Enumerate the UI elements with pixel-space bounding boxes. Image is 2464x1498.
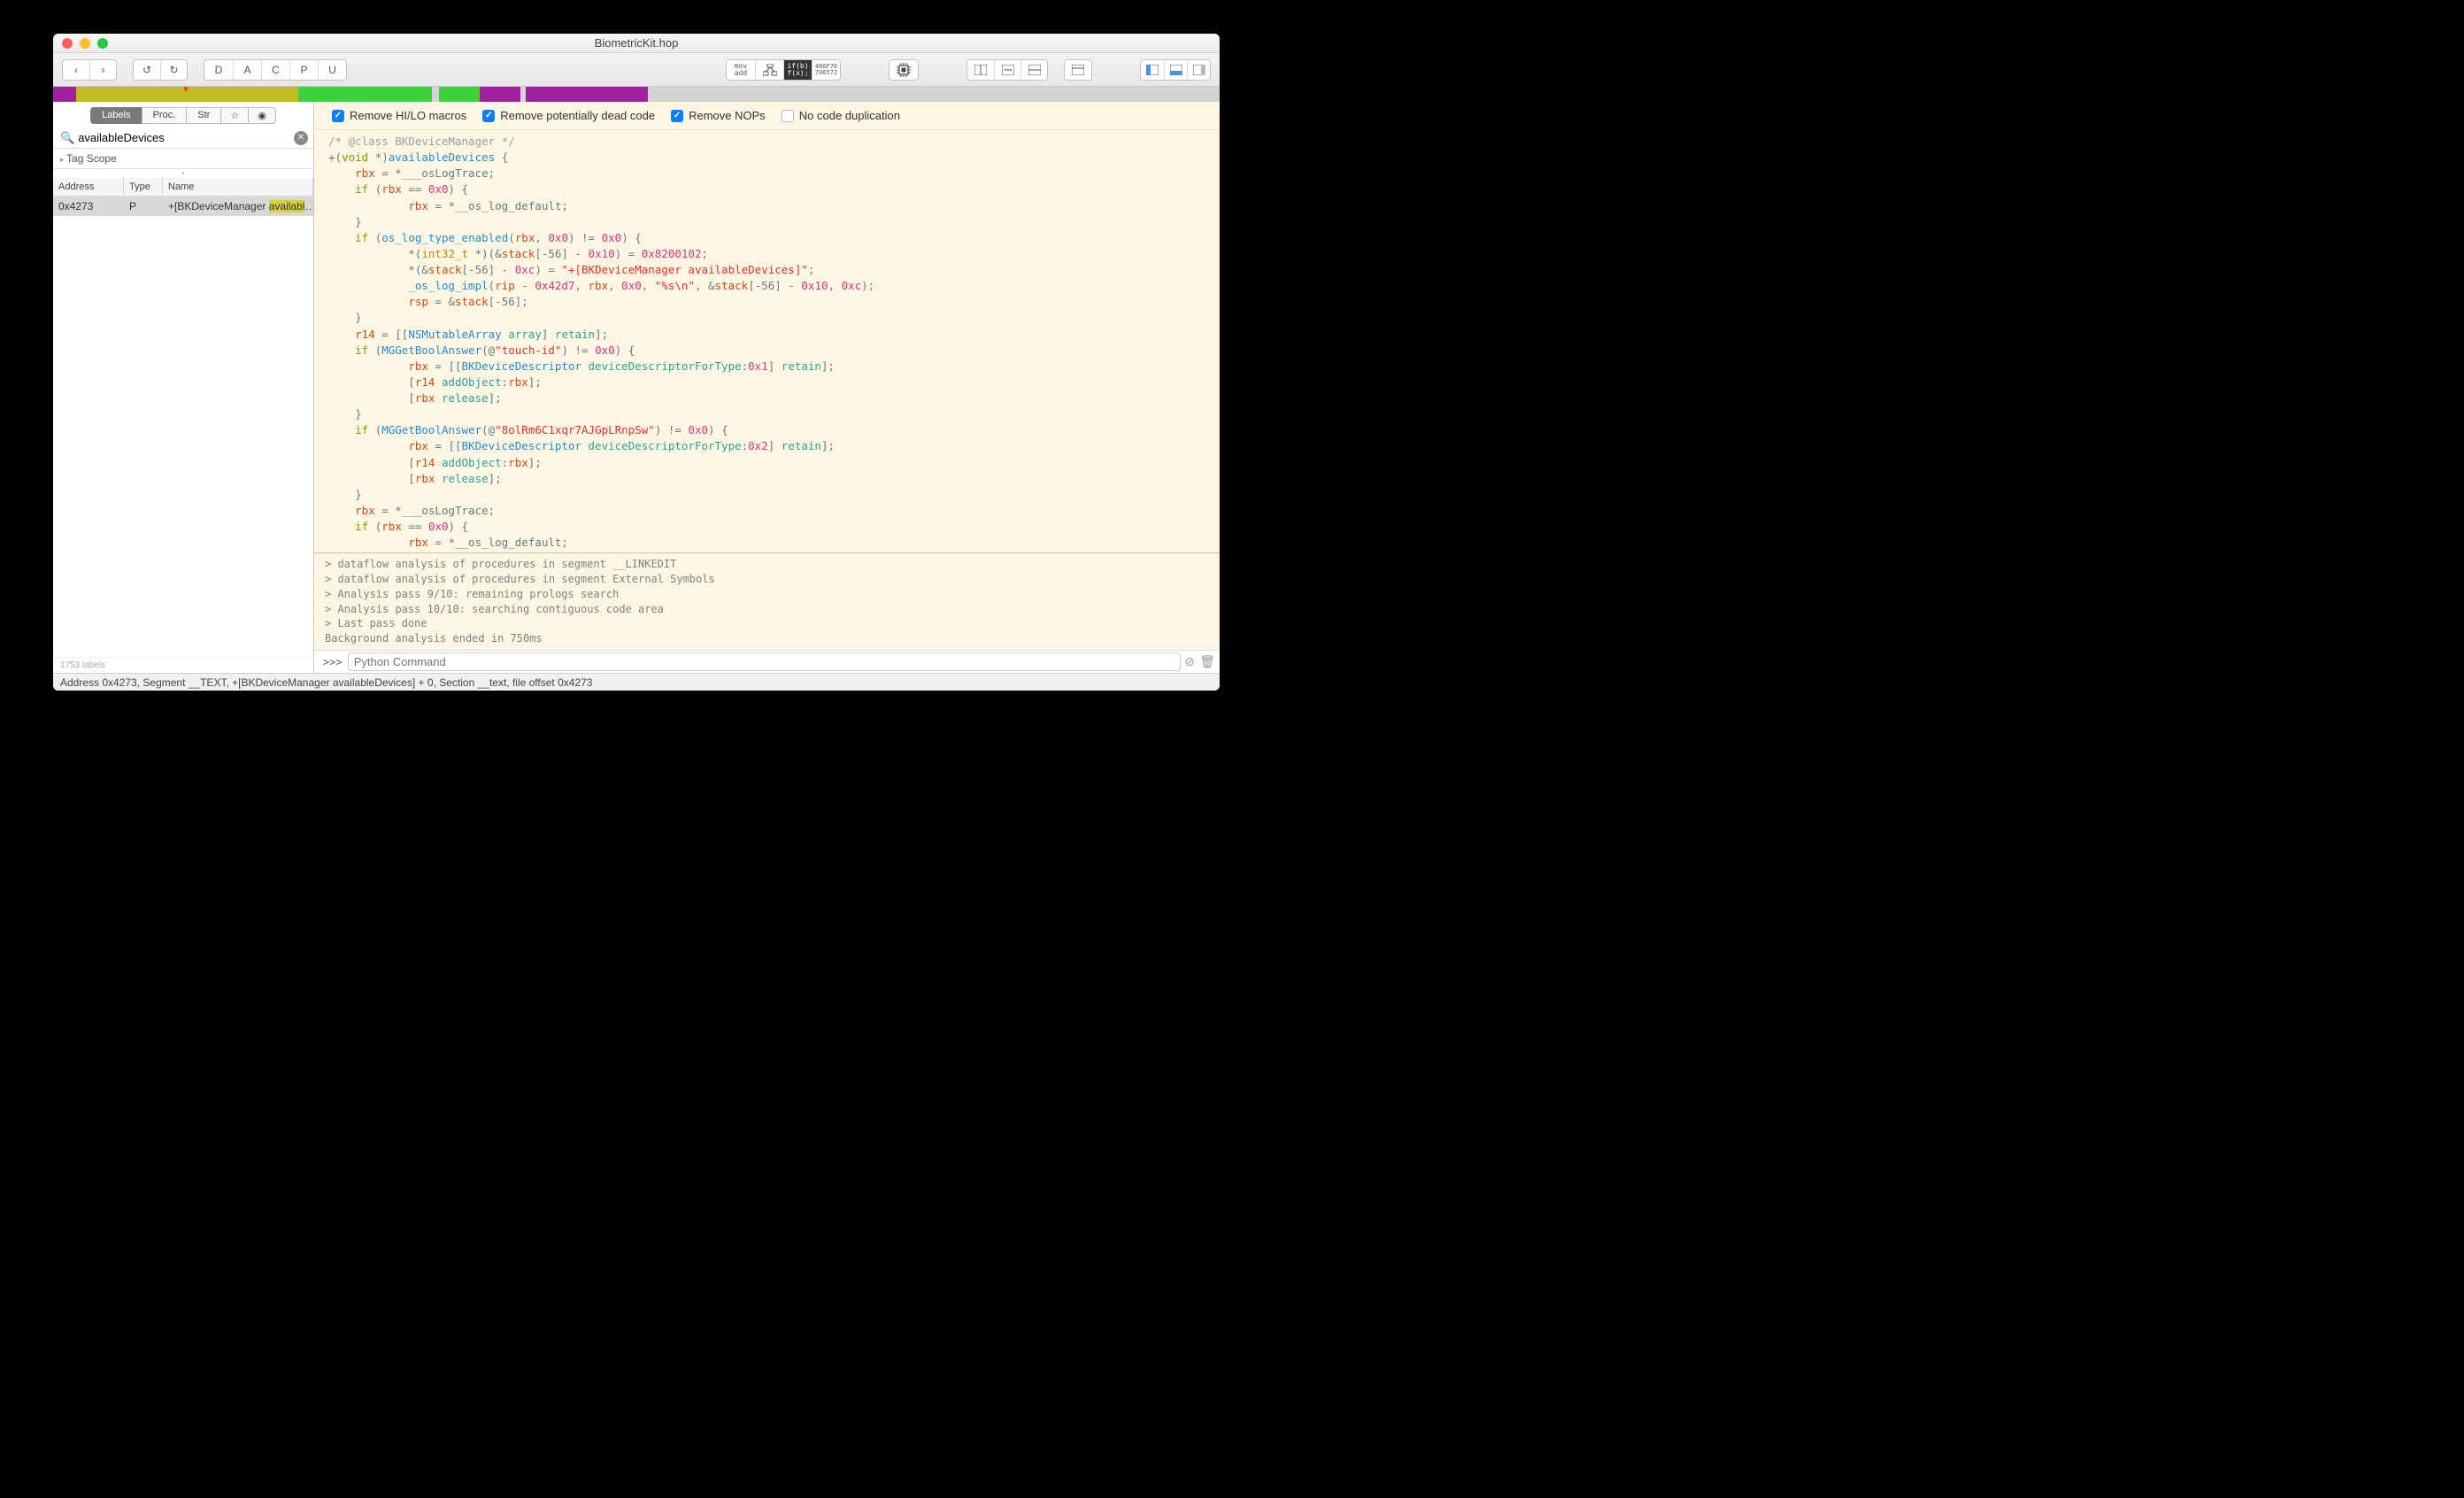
layout-cols-button[interactable] — [967, 60, 994, 80]
graph-view-button[interactable] — [755, 60, 783, 80]
checkbox-icon — [671, 110, 683, 122]
clear-search-button[interactable]: ✕ — [294, 131, 308, 145]
right-panel-button[interactable] — [1187, 60, 1210, 80]
tab-labels[interactable]: Labels — [90, 107, 141, 124]
cpu-group — [889, 59, 919, 81]
hex-view-button[interactable]: 486F70 706572 — [812, 60, 840, 80]
sidebar-tabs: Labels Proc. Str ☆ ◉ — [53, 102, 313, 127]
search-input[interactable] — [78, 129, 294, 146]
table-row[interactable]: 0x4273 P +[BKDeviceManager availabl… — [53, 197, 313, 216]
cell-address: 0x4273 — [53, 197, 124, 216]
mode-a-button[interactable]: A — [233, 60, 261, 80]
mode-group: D A C P U — [204, 59, 347, 81]
mode-p-button[interactable]: P — [289, 60, 318, 80]
navigation-map[interactable]: ▼ — [53, 87, 1220, 102]
search-row: 🔍 ✕ — [53, 127, 313, 149]
status-bar: Address 0x4273, Segment __TEXT, +[BKDevi… — [53, 673, 1220, 691]
mode-c-button[interactable]: C — [261, 60, 289, 80]
tag-scope[interactable]: Tag Scope — [53, 149, 313, 169]
undo-button[interactable]: ↺ — [134, 60, 160, 80]
code-view[interactable]: /* @class BKDeviceManager */ +(void *)av… — [314, 130, 1220, 552]
left-panel-button[interactable] — [1141, 60, 1164, 80]
bottom-panel-button[interactable] — [1164, 60, 1187, 80]
table-header: Address Type Name — [53, 178, 313, 197]
cell-name: +[BKDeviceManager availabl… — [163, 197, 313, 216]
redo-button[interactable]: ↻ — [160, 60, 187, 80]
sidebar-footer: 1753 labels — [53, 657, 313, 673]
log-view[interactable]: > dataflow analysis of procedures in seg… — [314, 552, 1220, 650]
col-type[interactable]: Type — [124, 178, 163, 196]
content-area: Remove HI/LO macros Remove potentially d… — [314, 102, 1220, 673]
checkbox-icon — [782, 110, 794, 122]
opt-remove-nops[interactable]: Remove NOPs — [671, 109, 766, 122]
options-bar: Remove HI/LO macros Remove potentially d… — [314, 102, 1220, 130]
layout-group-1 — [966, 59, 1048, 81]
layout-single-button[interactable] — [1065, 60, 1091, 80]
tab-starred[interactable]: ☆ — [220, 107, 248, 124]
mode-d-button[interactable]: D — [204, 60, 233, 80]
checkbox-icon — [332, 110, 344, 122]
opt-no-duplication[interactable]: No code duplication — [782, 109, 900, 122]
layout-group-2 — [1064, 59, 1092, 81]
cpu-icon[interactable] — [889, 60, 918, 80]
titlebar: BiometricKit.hop — [53, 34, 1220, 53]
tab-str[interactable]: Str — [186, 107, 220, 124]
cell-type: P — [124, 197, 163, 216]
opt-remove-deadcode[interactable]: Remove potentially dead code — [482, 109, 655, 122]
asm-view-button[interactable]: mov add — [727, 60, 755, 80]
window-title: BiometricKit.hop — [53, 36, 1220, 50]
command-prompt: >>> — [318, 656, 348, 668]
layout-row-button[interactable] — [1020, 60, 1047, 80]
tab-tags[interactable]: ◉ — [248, 107, 276, 124]
opt-remove-hilo[interactable]: Remove HI/LO macros — [332, 109, 466, 122]
toolbar: ‹ › ↺ ↻ D A C P U mov add if(b) f(x); 48… — [53, 53, 1220, 87]
checkbox-icon — [482, 110, 495, 122]
col-name[interactable]: Name — [163, 178, 313, 196]
undo-group: ↺ ↻ — [133, 59, 188, 81]
command-input[interactable] — [348, 652, 1181, 671]
search-icon: 🔍 — [57, 131, 78, 145]
command-row: >>> ⊘ 🗑 — [314, 650, 1220, 673]
layout-dots-button[interactable] — [994, 60, 1020, 80]
sidebar: Labels Proc. Str ☆ ◉ 🔍 ✕ Tag Scope • Add… — [53, 102, 314, 673]
mode-u-button[interactable]: U — [318, 60, 346, 80]
status-text: Address 0x4273, Segment __TEXT, +[BKDevi… — [60, 676, 592, 689]
col-address[interactable]: Address — [53, 178, 124, 196]
nav-back-button[interactable]: ‹ — [63, 60, 89, 80]
nav-group: ‹ › — [62, 59, 117, 81]
view-group: mov add if(b) f(x); 486F70 706572 — [726, 59, 841, 81]
nav-marker-icon: ▼ — [181, 86, 190, 95]
tab-proc[interactable]: Proc. — [142, 107, 187, 124]
resize-handle-icon[interactable]: • — [53, 169, 313, 178]
app-window: BiometricKit.hop ‹ › ↺ ↻ D A C P U mov a… — [53, 34, 1220, 691]
main-area: Labels Proc. Str ☆ ◉ 🔍 ✕ Tag Scope • Add… — [53, 102, 1220, 673]
nav-forward-button[interactable]: › — [89, 60, 116, 80]
pseudo-view-button[interactable]: if(b) f(x); — [783, 60, 812, 80]
panel-group — [1140, 59, 1211, 81]
trash-button[interactable]: 🗑 — [1198, 653, 1216, 671]
clear-log-button[interactable]: ⊘ — [1181, 653, 1198, 671]
